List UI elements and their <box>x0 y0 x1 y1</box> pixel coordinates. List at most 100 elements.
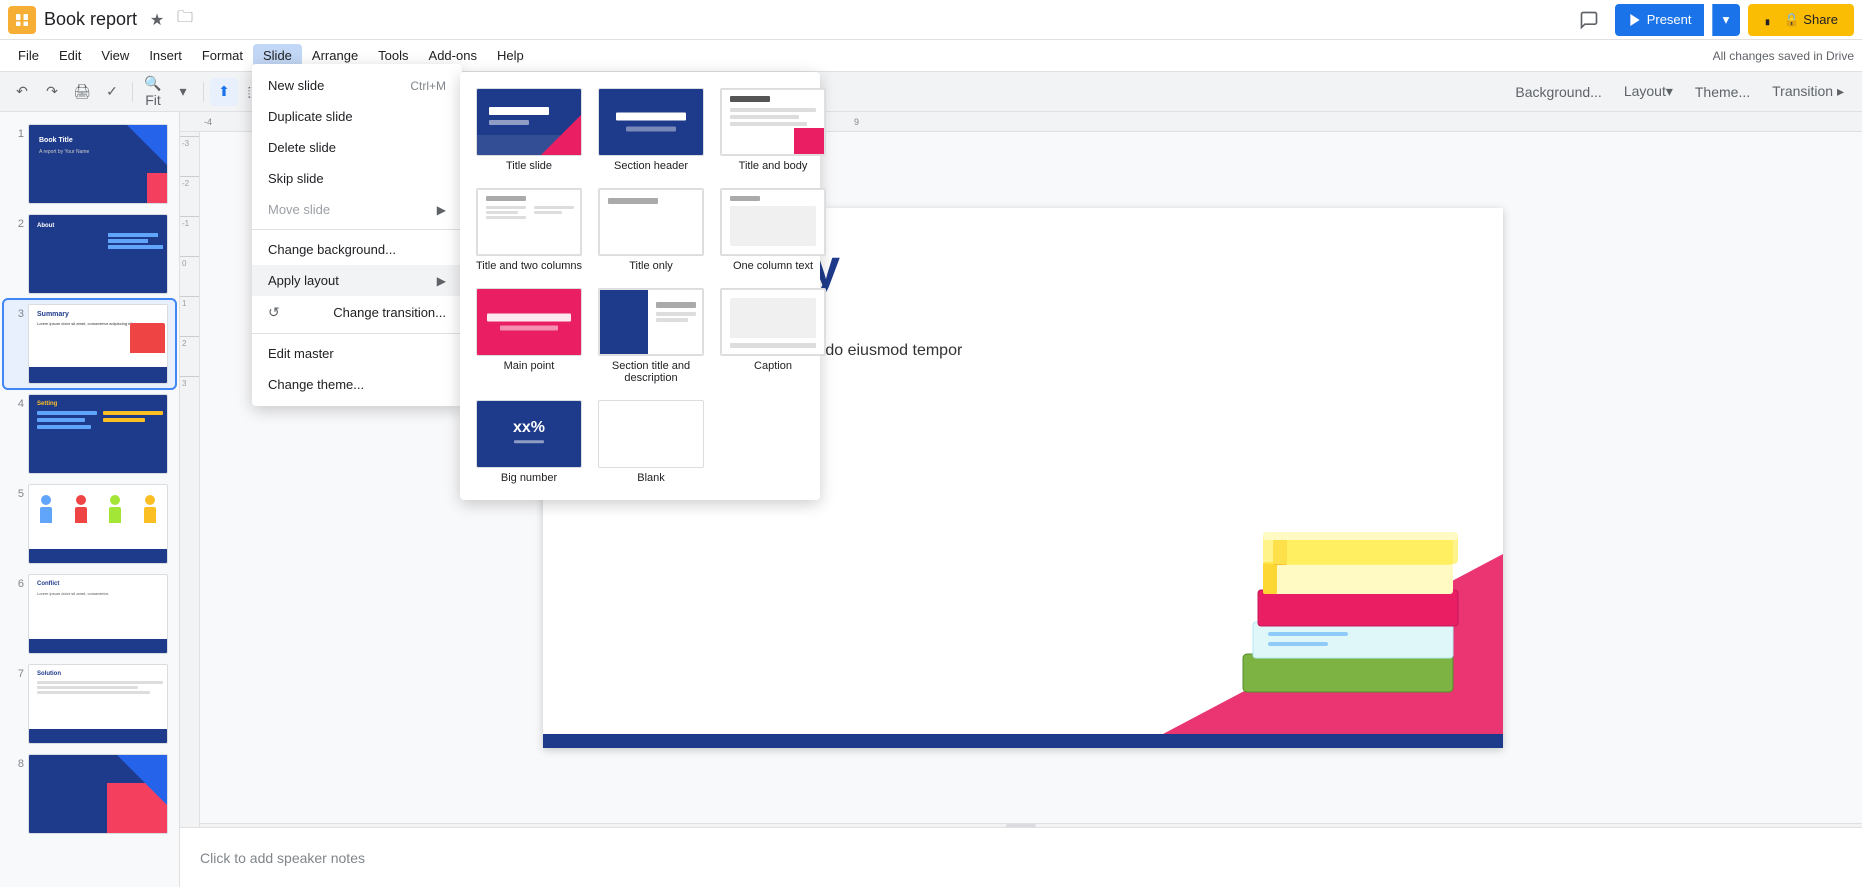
layout-label-one-column: One column text <box>733 260 813 272</box>
menu-delete-slide-label: Delete slide <box>268 140 336 155</box>
slide-preview-5 <box>28 484 168 564</box>
toolbar-print[interactable]: 🖨 <box>68 78 96 106</box>
star-button[interactable]: ★ <box>145 8 169 32</box>
menu-delete-slide[interactable]: Delete slide <box>252 132 462 163</box>
menu-apply-layout[interactable]: Apply layout ▶ <box>252 265 462 296</box>
menu-format[interactable]: Format <box>192 44 253 67</box>
menu-file[interactable]: File <box>8 44 49 67</box>
layout-thumb-title-only <box>598 188 704 256</box>
notes-placeholder: Click to add speaker notes <box>200 850 365 866</box>
slide-thumb-4[interactable]: 4 Setting <box>4 390 175 478</box>
transition-icon: ↺ <box>268 304 280 321</box>
menu-help[interactable]: Help <box>487 44 534 67</box>
menu-new-slide[interactable]: New slide Ctrl+M <box>252 70 462 101</box>
slide-thumb-2[interactable]: 2 About <box>4 210 175 298</box>
layout-caption[interactable]: Caption <box>716 284 830 388</box>
menu-insert[interactable]: Insert <box>139 44 192 67</box>
present-dropdown-button[interactable]: ▾ <box>1712 4 1740 36</box>
zoom-control[interactable]: 🔍 Fit ▾ <box>139 78 197 106</box>
menu-edit-master-label: Edit master <box>268 346 334 361</box>
menu-change-background[interactable]: Change background... <box>252 234 462 265</box>
slide-thumb-8[interactable]: 8 <box>4 750 175 838</box>
layout-main-point[interactable]: Main point <box>472 284 586 388</box>
toolbar-separator-1 <box>132 82 133 102</box>
toolbar-undo[interactable]: ↶ <box>8 78 36 106</box>
layout-section-desc[interactable]: Section title and description <box>594 284 708 388</box>
slide-num-4: 4 <box>8 394 24 410</box>
theme-btn[interactable]: Theme... <box>1685 78 1760 106</box>
slide-context-menu: New slide Ctrl+M Duplicate slide Delete … <box>252 64 462 406</box>
layout-label-section-header: Section header <box>614 160 688 172</box>
slide-panel: 1 Book Title A report by Your Name 2 Abo… <box>0 112 180 887</box>
slide-thumb-7[interactable]: 7 Solution <box>4 660 175 748</box>
layout-label-title-only: Title only <box>629 260 673 272</box>
transition-btn[interactable]: Transition ▸ <box>1762 78 1854 106</box>
layout-thumb-title-body <box>720 88 826 156</box>
layout-thumb-big-number: xx% <box>476 400 582 468</box>
layout-label-main-point: Main point <box>504 360 555 372</box>
menu-duplicate-slide[interactable]: Duplicate slide <box>252 101 462 132</box>
layout-section-header[interactable]: Section header <box>594 84 708 176</box>
folder-button[interactable]: 🗀 <box>173 8 197 32</box>
layout-thumb-section-header <box>598 88 704 156</box>
menu-move-slide[interactable]: Move slide ▶ <box>252 194 462 225</box>
slide-preview-3: Summary Lorem ipsum dolor sit amet, cons… <box>28 304 168 384</box>
present-button[interactable]: Present <box>1615 4 1704 36</box>
header-actions: Present ▾ 🔒 Share <box>1571 2 1854 38</box>
comment-button[interactable] <box>1571 2 1607 38</box>
book-illustration <box>1163 454 1503 734</box>
menu-duplicate-slide-label: Duplicate slide <box>268 109 353 124</box>
toolbar-spellcheck[interactable]: ✓ <box>98 78 126 106</box>
layout-label-caption: Caption <box>754 360 792 372</box>
layout-thumb-caption <box>720 288 826 356</box>
layout-title-slide[interactable]: Title slide <box>472 84 586 176</box>
slide-num-3: 3 <box>8 304 24 320</box>
menu-change-theme[interactable]: Change theme... <box>252 369 462 400</box>
layout-big-number[interactable]: xx% Big number <box>472 396 586 488</box>
slide-preview-7: Solution <box>28 664 168 744</box>
layout-thumb-blank <box>598 400 704 468</box>
menu-change-transition[interactable]: ↺ Change transition... <box>252 296 462 329</box>
cursor-tool[interactable]: ⬆ <box>210 78 238 106</box>
layout-title-body[interactable]: Title and body <box>716 84 830 176</box>
layout-title-only[interactable]: Title only <box>594 184 708 276</box>
layout-one-column[interactable]: One column text <box>716 184 830 276</box>
layout-grid: Title slide Section header <box>472 84 808 488</box>
slide-thumb-1[interactable]: 1 Book Title A report by Your Name <box>4 120 175 208</box>
zoom-dropdown[interactable]: ▾ <box>169 78 197 106</box>
slide-preview-6: Conflict Lorem ipsum dolor sit amet, con… <box>28 574 168 654</box>
menu-move-slide-arrow: ▶ <box>437 203 446 217</box>
slide-thumb-5[interactable]: 5 <box>4 480 175 568</box>
share-button[interactable]: 🔒 Share <box>1748 4 1855 36</box>
slide-thumb-3[interactable]: 3 Summary Lorem ipsum dolor sit amet, co… <box>4 300 175 388</box>
layout-label-section-desc: Section title and description <box>598 360 704 384</box>
slide-num-1: 1 <box>8 124 24 140</box>
notes-area[interactable]: Click to add speaker notes <box>180 827 1862 887</box>
menu-divider-1 <box>252 229 462 230</box>
menu-change-background-label: Change background... <box>268 242 396 257</box>
layout-thumb-section-desc <box>598 288 704 356</box>
layout-two-columns[interactable]: Title and two columns <box>472 184 586 276</box>
present-label: Present <box>1647 12 1692 27</box>
menu-edit[interactable]: Edit <box>49 44 91 67</box>
menu-edit-master[interactable]: Edit master <box>252 338 462 369</box>
toolbar-redo[interactable]: ↷ <box>38 78 66 106</box>
layout-label-title-body: Title and body <box>739 160 808 172</box>
slide-num-6: 6 <box>8 574 24 590</box>
layout-thumb-one-column <box>720 188 826 256</box>
background-btn[interactable]: Background... <box>1505 78 1611 106</box>
title-bar: Book report ★ 🗀 Present ▾ 🔒 Share <box>0 0 1862 40</box>
menu-view[interactable]: View <box>91 44 139 67</box>
slide-preview-8 <box>28 754 168 834</box>
share-label: 🔒 Share <box>1784 12 1839 28</box>
layout-label-two-columns: Title and two columns <box>476 260 582 272</box>
zoom-btn[interactable]: 🔍 Fit <box>139 78 167 106</box>
slide-num-7: 7 <box>8 664 24 680</box>
layout-btn[interactable]: Layout▾ <box>1614 78 1683 106</box>
slide-preview-2: About <box>28 214 168 294</box>
layout-blank[interactable]: Blank <box>594 396 708 488</box>
document-title[interactable]: Book report <box>44 9 137 30</box>
layout-label-big-number: Big number <box>501 472 557 484</box>
slide-thumb-6[interactable]: 6 Conflict Lorem ipsum dolor sit amet, c… <box>4 570 175 658</box>
menu-skip-slide[interactable]: Skip slide <box>252 163 462 194</box>
